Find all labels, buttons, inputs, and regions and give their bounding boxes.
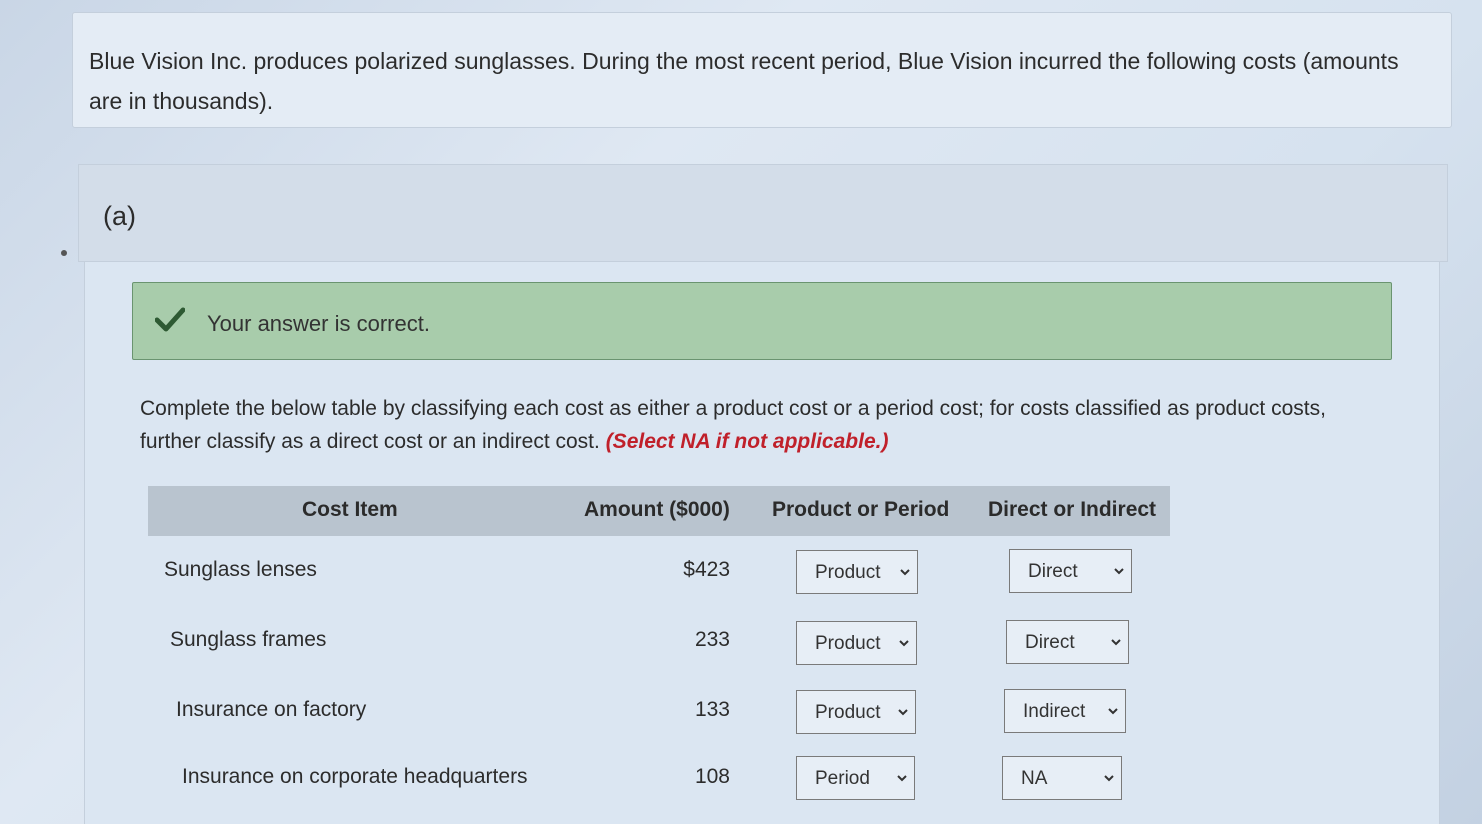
problem-statement: Blue Vision Inc. produces polarized sung… bbox=[89, 48, 1399, 114]
amount-cell: 133 bbox=[694, 698, 730, 721]
cost-item-cell: Sunglass frames bbox=[170, 628, 327, 651]
select-value: Product bbox=[815, 562, 881, 583]
feedback-banner: Your answer is correct. bbox=[132, 282, 1392, 360]
header-amount: Amount ($000) bbox=[584, 498, 730, 521]
chevron-down-icon bbox=[1104, 775, 1114, 782]
table-header: Cost Item Amount ($000) Product or Perio… bbox=[148, 486, 1170, 536]
chevron-down-icon bbox=[900, 569, 910, 576]
cost-item-cell: Insurance on factory bbox=[176, 698, 367, 721]
amount-cell: $423 bbox=[683, 558, 730, 581]
header-product-or-period: Product or Period bbox=[772, 498, 950, 521]
select-value: NA bbox=[1021, 768, 1048, 789]
product-or-period-select[interactable]: Product bbox=[796, 690, 916, 734]
amount-cell: 233 bbox=[694, 628, 730, 651]
product-or-period-select[interactable]: Period bbox=[796, 756, 915, 800]
select-value: Direct bbox=[1025, 632, 1075, 653]
chevron-down-icon bbox=[899, 640, 909, 647]
table-row: Insurance on corporate headquarters 108 … bbox=[0, 751, 1482, 811]
select-value: Indirect bbox=[1023, 701, 1086, 722]
select-value: Product bbox=[815, 702, 881, 723]
amount-cell: 108 bbox=[694, 765, 730, 788]
product-or-period-select[interactable]: Product bbox=[796, 621, 917, 665]
direct-or-indirect-select[interactable]: Indirect bbox=[1004, 689, 1126, 733]
problem-statement-box: Blue Vision Inc. produces polarized sung… bbox=[72, 12, 1452, 128]
header-direct-or-indirect: Direct or Indirect bbox=[988, 498, 1157, 521]
bullet-marker bbox=[61, 250, 67, 256]
direct-or-indirect-select[interactable]: Direct bbox=[1009, 549, 1132, 593]
chevron-down-icon bbox=[1111, 639, 1121, 646]
product-or-period-select[interactable]: Product bbox=[796, 550, 918, 594]
chevron-down-icon bbox=[1108, 708, 1118, 715]
part-header: (a) bbox=[78, 164, 1448, 262]
select-value: Period bbox=[815, 768, 870, 789]
select-value: Product bbox=[815, 633, 881, 654]
direct-or-indirect-select[interactable]: NA bbox=[1002, 756, 1122, 800]
instructions: Complete the below table by classifying … bbox=[140, 392, 1380, 458]
chevron-down-icon bbox=[1114, 568, 1124, 575]
chevron-down-icon bbox=[898, 709, 908, 716]
checkmark-icon bbox=[155, 307, 185, 332]
instructions-note: (Select NA if not applicable.) bbox=[605, 430, 889, 453]
cost-item-cell: Insurance on corporate headquarters bbox=[182, 765, 528, 788]
part-label: (a) bbox=[103, 201, 136, 231]
feedback-message: Your answer is correct. bbox=[207, 311, 430, 336]
cost-item-cell: Sunglass lenses bbox=[164, 558, 317, 581]
header-cost-item: Cost Item bbox=[302, 498, 398, 521]
table-row: Sunglass frames 233 Product Direct bbox=[0, 614, 1482, 674]
direct-or-indirect-select[interactable]: Direct bbox=[1006, 620, 1129, 664]
table-row: Sunglass lenses $423 Product Direct bbox=[0, 544, 1482, 604]
table-row: Insurance on factory 133 Product Indirec… bbox=[0, 684, 1482, 744]
chevron-down-icon bbox=[897, 775, 907, 782]
select-value: Direct bbox=[1028, 561, 1078, 582]
